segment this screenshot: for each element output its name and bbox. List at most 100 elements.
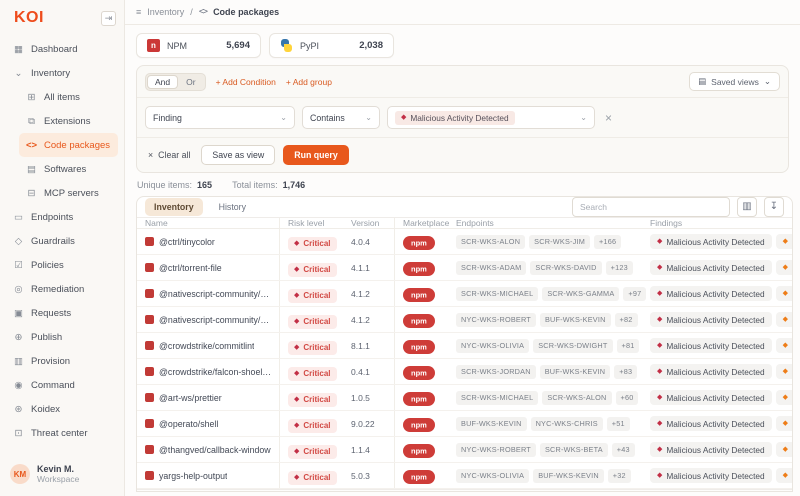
save-as-view-button[interactable]: Save as view: [201, 145, 275, 165]
package-version: 1.0.5: [351, 393, 370, 403]
download-icon[interactable]: ↧: [764, 197, 784, 217]
sidebar-item-publish[interactable]: ⊕ Publish: [6, 325, 118, 349]
sidebar-item-icon: ▣: [13, 308, 24, 319]
malicious-diamond-icon: ◆: [657, 420, 662, 427]
critical-diamond-icon: ◆: [294, 292, 299, 299]
table-toolbar: Inventory History ▥ ↧: [137, 197, 792, 218]
npm-card-label: NPM: [167, 41, 187, 51]
columns-icon[interactable]: ▥: [737, 197, 757, 217]
add-group-link[interactable]: + Add group: [286, 77, 332, 87]
endpoint-chip: SCR-WKS-DAVID: [530, 261, 601, 275]
sidebar-item-softwares[interactable]: ▤ Softwares: [19, 157, 118, 181]
sidebar-item-provision[interactable]: ▥ Provision: [6, 349, 118, 373]
marketplace-badge: npm: [403, 418, 435, 432]
sidebar-item-label: Dashboard: [31, 44, 77, 55]
sidebar-item-policies[interactable]: ☑ Policies: [6, 253, 118, 277]
sidebar-item-command[interactable]: ◉ Command: [6, 373, 118, 397]
finding-label: Exfils Cl: [792, 419, 793, 429]
risk-badge: ◆ Critical: [288, 263, 337, 277]
value-select[interactable]: ◆ Malicious Activity Detected ⌄: [387, 106, 595, 129]
sidebar-item-remediation[interactable]: ◎ Remediation: [6, 277, 118, 301]
field-select[interactable]: Finding ⌄: [145, 106, 295, 129]
table-row[interactable]: @thangved/callback-window ◆ Critical 1.1…: [137, 437, 792, 463]
sidebar-item-all-items[interactable]: ⊞ All items: [19, 85, 118, 109]
risk-label: Critical: [303, 239, 330, 248]
package-icon: [145, 341, 154, 350]
workspace-user[interactable]: KM Kevin M. Workspace: [0, 454, 124, 496]
malicious-diamond-icon: ◆: [657, 446, 662, 453]
run-query-button[interactable]: Run query: [283, 145, 349, 165]
finding-badge-exfils: ◆ Exfils Cl: [776, 364, 793, 379]
endpoint-more-chip[interactable]: +83: [614, 365, 637, 379]
sidebar-item-endpoints[interactable]: ▭ Endpoints: [6, 205, 118, 229]
finding-label: Exfils Cl: [792, 341, 793, 351]
exfils-diamond-icon: ◆: [783, 394, 788, 401]
table-row[interactable]: @ctrl/torrent-file ◆ Critical 4.1.1 npm …: [137, 255, 792, 281]
endpoint-chip: SCR-WKS-MICHAEL: [456, 391, 538, 405]
sidebar-item-extensions[interactable]: ⧉ Extensions: [19, 109, 118, 133]
add-condition-link[interactable]: + Add Condition: [216, 77, 276, 87]
remove-condition-icon[interactable]: ×: [602, 111, 615, 125]
sidebar-item-threat-center[interactable]: ⊡ Threat center: [6, 421, 118, 445]
table-row[interactable]: yargs-help-output ◆ Critical 5.0.3 npm N…: [137, 463, 792, 489]
finding-label: Malicious Activity Detected: [666, 315, 764, 325]
endpoint-more-chip[interactable]: +166: [594, 235, 621, 249]
sidebar-item-koidex[interactable]: ⊛ Koidex: [6, 397, 118, 421]
package-version: 1.1.4: [351, 445, 370, 455]
sidebar-item-requests[interactable]: ▣ Requests: [6, 301, 118, 325]
endpoint-more-chip[interactable]: +81: [617, 339, 640, 353]
sidebar-item-label: Code packages: [44, 140, 110, 151]
finding-label: Exfils Cl: [792, 393, 793, 403]
critical-diamond-icon: ◆: [294, 318, 299, 325]
table-row[interactable]: @ctrl/tinycolor ◆ Critical 4.0.4 npm SCR…: [137, 229, 792, 255]
operator-select[interactable]: Contains ⌄: [302, 106, 380, 129]
sidebar-item-guardrails[interactable]: ◇ Guardrails: [6, 229, 118, 253]
items-stats: Unique items: 165 Total items: 1,746: [125, 173, 800, 196]
table-row[interactable]: @crowdstrike/commitlint ◆ Critical 8.1.1…: [137, 333, 792, 359]
endpoint-more-chip[interactable]: +32: [608, 469, 631, 483]
saved-views-button[interactable]: ▤ Saved views ⌄: [689, 72, 780, 91]
app: KOI ⇥ ▦ Dashboard ⌄ Inventory ⊞ All item…: [0, 0, 800, 496]
endpoint-more-chip[interactable]: +60: [616, 391, 639, 405]
table-row[interactable]: @nativescript-community/sentry ◆ Critica…: [137, 307, 792, 333]
package-icon: [145, 367, 154, 376]
tab-history[interactable]: History: [210, 198, 255, 216]
finding-badge-malicious: ◆ Malicious Activity Detected: [650, 468, 772, 483]
package-version: 4.1.1: [351, 263, 370, 273]
critical-diamond-icon: ◆: [294, 344, 299, 351]
tab-inventory[interactable]: Inventory: [145, 198, 203, 216]
endpoint-more-chip[interactable]: +82: [615, 313, 638, 327]
table-row[interactable]: @nativescript-community/ui-image ◆ Criti…: [137, 281, 792, 307]
finding-badge-malicious: ◆ Malicious Activity Detected: [650, 364, 772, 379]
sidebar-collapse-icon[interactable]: ⇥: [101, 11, 116, 26]
sidebar-item-label: Remediation: [31, 284, 84, 295]
sidebar-item-mcp-servers[interactable]: ⊟ MCP servers: [19, 181, 118, 205]
endpoint-more-chip[interactable]: +123: [606, 261, 633, 275]
table-row[interactable]: @crowdstrike/falcon-shoelace ◆ Critical …: [137, 359, 792, 385]
logic-and-button[interactable]: And: [147, 75, 178, 89]
col-findings: Findings: [642, 218, 792, 228]
search-input[interactable]: [572, 197, 730, 217]
package-version: 0.4.1: [351, 367, 370, 377]
risk-label: Critical: [303, 343, 330, 352]
endpoint-more-chip[interactable]: +43: [612, 443, 635, 457]
breadcrumb-section[interactable]: Inventory: [147, 7, 184, 17]
finding-badge-malicious: ◆ Malicious Activity Detected: [650, 416, 772, 431]
endpoint-more-chip[interactable]: +51: [607, 417, 630, 431]
marketplace-cards: n NPM 5,694 PyPI 2,038: [125, 25, 800, 65]
finding-label: Malicious Activity Detected: [666, 419, 764, 429]
sidebar-item-label: Policies: [31, 260, 64, 271]
package-version: 4.0.4: [351, 237, 370, 247]
sidebar-item-inventory[interactable]: ⌄ Inventory: [6, 61, 118, 85]
clear-all-button[interactable]: × Clear all: [145, 150, 193, 160]
risk-badge: ◆ Critical: [288, 237, 337, 251]
sidebar-item-code-packages[interactable]: <> Code packages: [19, 133, 118, 157]
pypi-card[interactable]: PyPI 2,038: [269, 33, 394, 58]
npm-card[interactable]: n NPM 5,694: [136, 33, 261, 58]
sidebar-item-dashboard[interactable]: ▦ Dashboard: [6, 37, 118, 61]
table-row[interactable]: @operato/shell ◆ Critical 9.0.22 npm BUF…: [137, 411, 792, 437]
logic-or-button[interactable]: Or: [178, 75, 203, 89]
sidebar-item-icon: ▦: [13, 44, 24, 55]
endpoint-chip: NYC-WKS-ROBERT: [456, 313, 536, 327]
table-row[interactable]: @art-ws/prettier ◆ Critical 1.0.5 npm SC…: [137, 385, 792, 411]
